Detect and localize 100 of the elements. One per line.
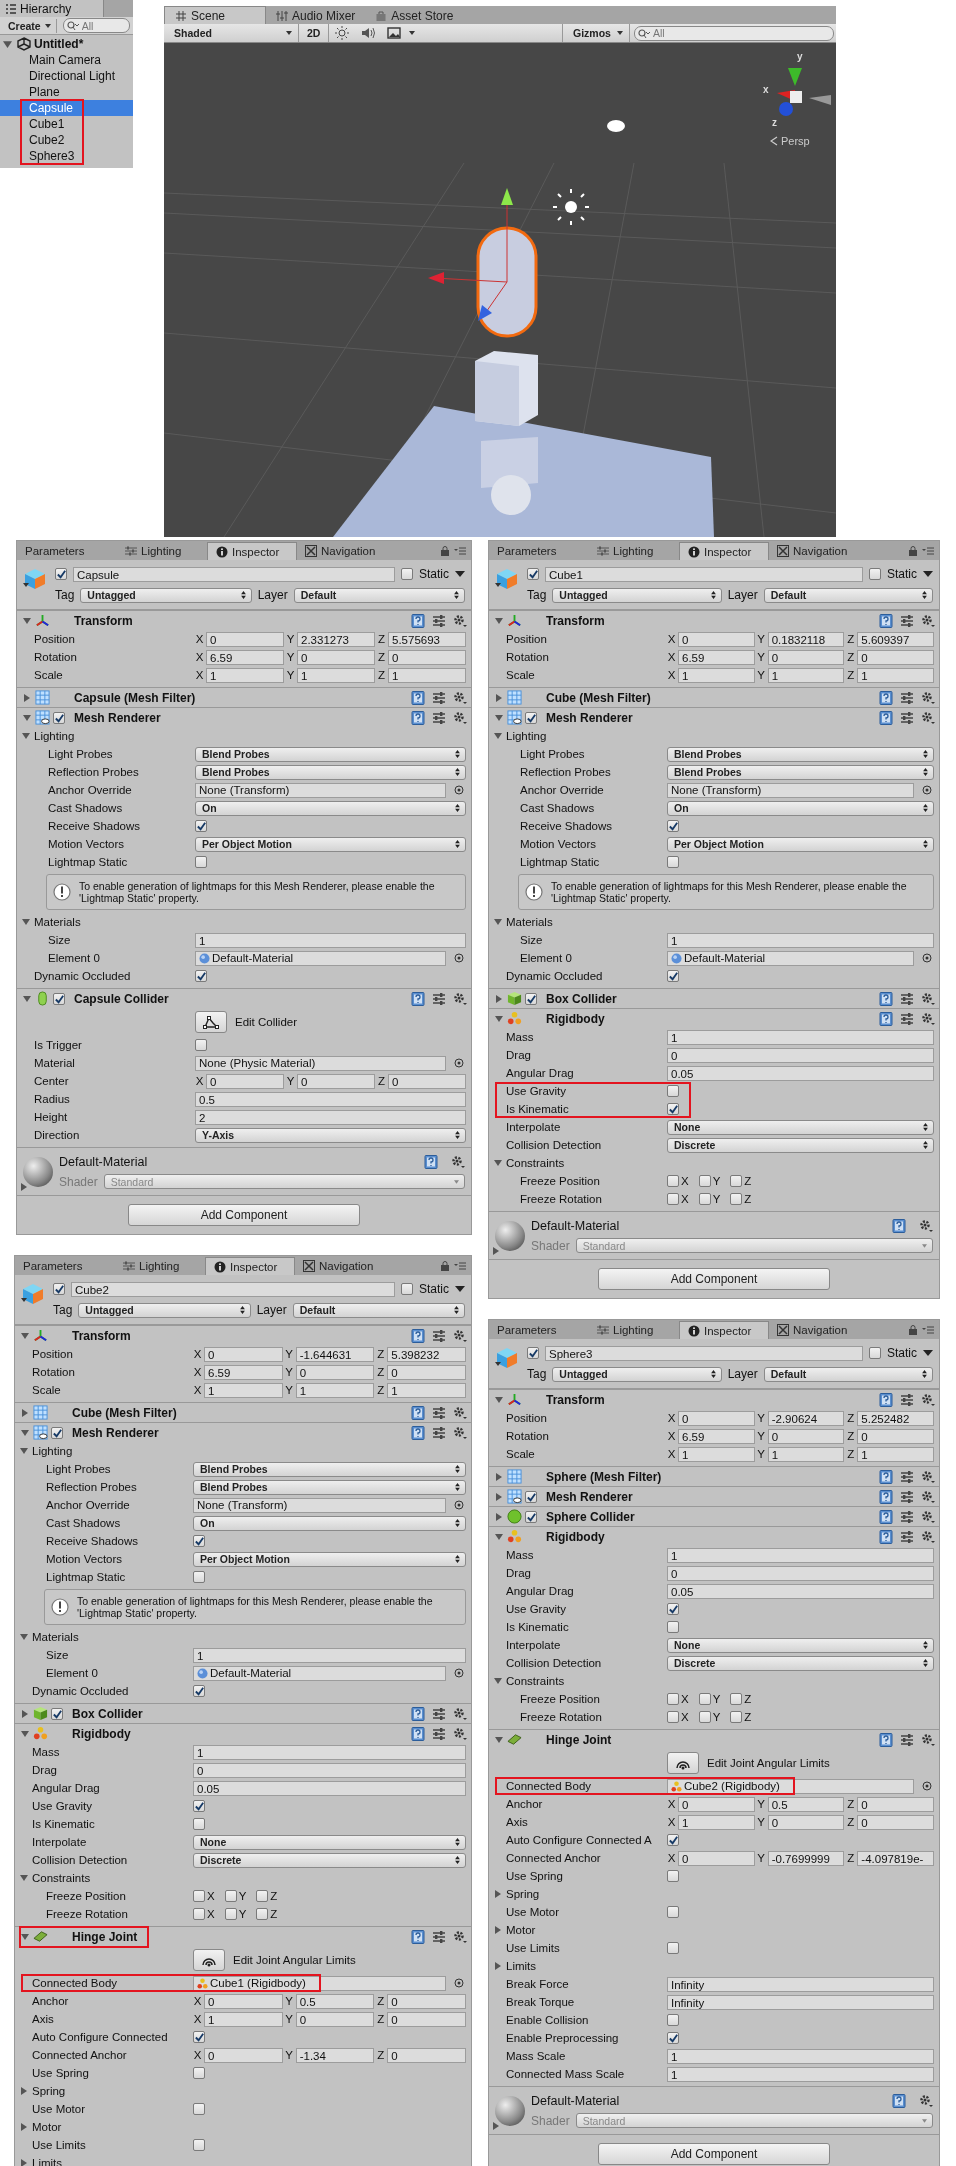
number-field[interactable]: 6.59 bbox=[678, 649, 755, 665]
sliders-icon[interactable] bbox=[900, 1529, 914, 1544]
panel-tab[interactable]: Navigation bbox=[295, 1257, 385, 1275]
text-field[interactable]: Infinity bbox=[667, 1976, 934, 1992]
gear-icon[interactable] bbox=[453, 1929, 467, 1944]
checkbox[interactable] bbox=[667, 1085, 679, 1097]
number-field[interactable]: 1 bbox=[678, 1814, 755, 1830]
foldout-arrow[interactable] bbox=[492, 2122, 500, 2130]
foldout-arrow[interactable] bbox=[495, 1492, 503, 1501]
number-field[interactable]: 0 bbox=[388, 649, 466, 665]
shading-dropdown[interactable]: Shaded bbox=[164, 24, 299, 42]
foldout-arrow[interactable] bbox=[494, 1677, 502, 1685]
help-icon[interactable] bbox=[892, 1218, 906, 1233]
checkbox[interactable] bbox=[195, 1039, 207, 1051]
object-field[interactable]: None (Transform) bbox=[195, 782, 446, 798]
help-icon[interactable] bbox=[879, 710, 893, 725]
gizmos-dropdown[interactable]: Gizmos bbox=[562, 24, 630, 42]
foldout-arrow[interactable] bbox=[495, 1735, 503, 1744]
gear-icon[interactable] bbox=[451, 1154, 465, 1169]
foldout-label[interactable]: Motor bbox=[32, 2121, 62, 2133]
checkbox[interactable] bbox=[195, 820, 207, 832]
speaker-icon[interactable] bbox=[361, 26, 376, 40]
number-field[interactable]: 5.252482 bbox=[857, 1410, 934, 1426]
gear-icon[interactable] bbox=[453, 1328, 467, 1343]
text-field[interactable]: 0 bbox=[667, 1565, 934, 1581]
hierarchy-item[interactable]: Sphere3 bbox=[0, 148, 133, 164]
dropdown[interactable]: Blend Probes bbox=[667, 746, 934, 762]
checkbox[interactable] bbox=[193, 2067, 205, 2079]
object-field[interactable]: Cube1 (Rigidbody) bbox=[193, 1975, 446, 1991]
help-icon[interactable] bbox=[411, 1425, 425, 1440]
number-field[interactable]: -4.097819e- bbox=[857, 1850, 934, 1866]
checkbox[interactable] bbox=[525, 992, 537, 1005]
dropdown[interactable]: None bbox=[193, 1834, 466, 1850]
checkbox[interactable] bbox=[55, 568, 67, 580]
number-field[interactable]: 0 bbox=[387, 1364, 466, 1380]
dropdown[interactable]: Blend Probes bbox=[195, 764, 466, 780]
foldout-arrow[interactable] bbox=[20, 2087, 28, 2095]
add-component-button[interactable]: Add Component bbox=[598, 1268, 830, 1290]
help-icon[interactable] bbox=[879, 1392, 893, 1407]
number-field[interactable]: -1.644631 bbox=[295, 1346, 375, 1362]
dropdown[interactable]: Blend Probes bbox=[667, 764, 934, 780]
checkbox[interactable] bbox=[53, 992, 65, 1005]
foldout-arrow[interactable] bbox=[22, 732, 30, 740]
checkbox[interactable] bbox=[195, 970, 207, 982]
number-field[interactable]: 0 bbox=[767, 1814, 845, 1830]
panel-tab[interactable]: Inspector bbox=[207, 542, 297, 560]
object-field[interactable]: None (Physic Material) bbox=[195, 1055, 446, 1071]
dropdown[interactable]: Discrete bbox=[667, 1655, 934, 1671]
help-icon[interactable] bbox=[411, 1929, 425, 1944]
panel-tab[interactable]: Navigation bbox=[297, 542, 387, 560]
foldout-arrow[interactable] bbox=[23, 616, 31, 625]
foldout-arrow[interactable] bbox=[20, 2159, 28, 2166]
number-field[interactable]: 0 bbox=[387, 2047, 466, 2063]
panel-tab[interactable]: Parameters bbox=[17, 542, 117, 560]
checkbox[interactable] bbox=[195, 856, 207, 868]
panel-tab[interactable]: Lighting bbox=[117, 542, 207, 560]
number-field[interactable]: 1 bbox=[297, 667, 375, 683]
number-field[interactable]: 0 bbox=[387, 2011, 466, 2027]
gear-icon[interactable] bbox=[921, 1509, 935, 1524]
caret-icon[interactable] bbox=[409, 31, 416, 35]
panel-tab[interactable]: Asset Store bbox=[365, 7, 464, 24]
checkbox[interactable] bbox=[667, 1193, 679, 1205]
number-field[interactable]: 0 bbox=[204, 1993, 283, 2009]
edit-button[interactable] bbox=[193, 1949, 225, 1971]
text-field[interactable]: 1 bbox=[193, 1647, 466, 1663]
checkbox[interactable] bbox=[224, 1908, 237, 1920]
checkbox[interactable] bbox=[193, 1571, 205, 1583]
sliders-icon[interactable] bbox=[432, 690, 446, 705]
dropdown[interactable]: Per Object Motion bbox=[195, 836, 466, 852]
foldout-label[interactable]: Spring bbox=[32, 2085, 66, 2097]
sliders-icon[interactable] bbox=[432, 1726, 446, 1741]
help-icon[interactable] bbox=[411, 1706, 425, 1721]
number-field[interactable]: 0 bbox=[295, 1364, 375, 1380]
number-field[interactable]: 1 bbox=[388, 667, 466, 683]
number-field[interactable]: 0 bbox=[388, 1073, 466, 1089]
foldout-label[interactable]: Lighting bbox=[34, 730, 75, 742]
help-icon[interactable] bbox=[879, 690, 893, 705]
search-field[interactable]: All bbox=[62, 18, 130, 33]
sliders-icon[interactable] bbox=[432, 710, 446, 725]
number-field[interactable]: 1 bbox=[295, 1382, 375, 1398]
object-field[interactable]: Default-Material bbox=[193, 1665, 446, 1681]
number-field[interactable]: 0 bbox=[857, 1428, 934, 1444]
gear-icon[interactable] bbox=[921, 613, 935, 628]
layer-dropdown[interactable]: Default bbox=[292, 1302, 465, 1318]
help-icon[interactable] bbox=[879, 1509, 893, 1524]
lock-icon[interactable] bbox=[908, 1324, 918, 1335]
object-picker-icon[interactable] bbox=[922, 785, 932, 795]
checkbox[interactable] bbox=[667, 1621, 679, 1633]
number-field[interactable]: 6.59 bbox=[678, 1428, 755, 1444]
hierarchy-item[interactable]: Cube1 bbox=[0, 116, 133, 132]
dropdown[interactable]: None bbox=[667, 1119, 934, 1135]
foldout-arrow[interactable] bbox=[494, 1890, 502, 1898]
checkbox[interactable] bbox=[730, 1711, 743, 1723]
number-field[interactable]: 0 bbox=[857, 1814, 934, 1830]
panel-tab[interactable]: Parameters bbox=[15, 1257, 115, 1275]
foldout-arrow[interactable] bbox=[495, 1512, 503, 1521]
gear-icon[interactable] bbox=[921, 1011, 935, 1026]
foldout-label[interactable]: Constraints bbox=[506, 1675, 565, 1687]
checkbox[interactable] bbox=[698, 1711, 711, 1723]
number-field[interactable]: 0.1832118 bbox=[767, 631, 845, 647]
